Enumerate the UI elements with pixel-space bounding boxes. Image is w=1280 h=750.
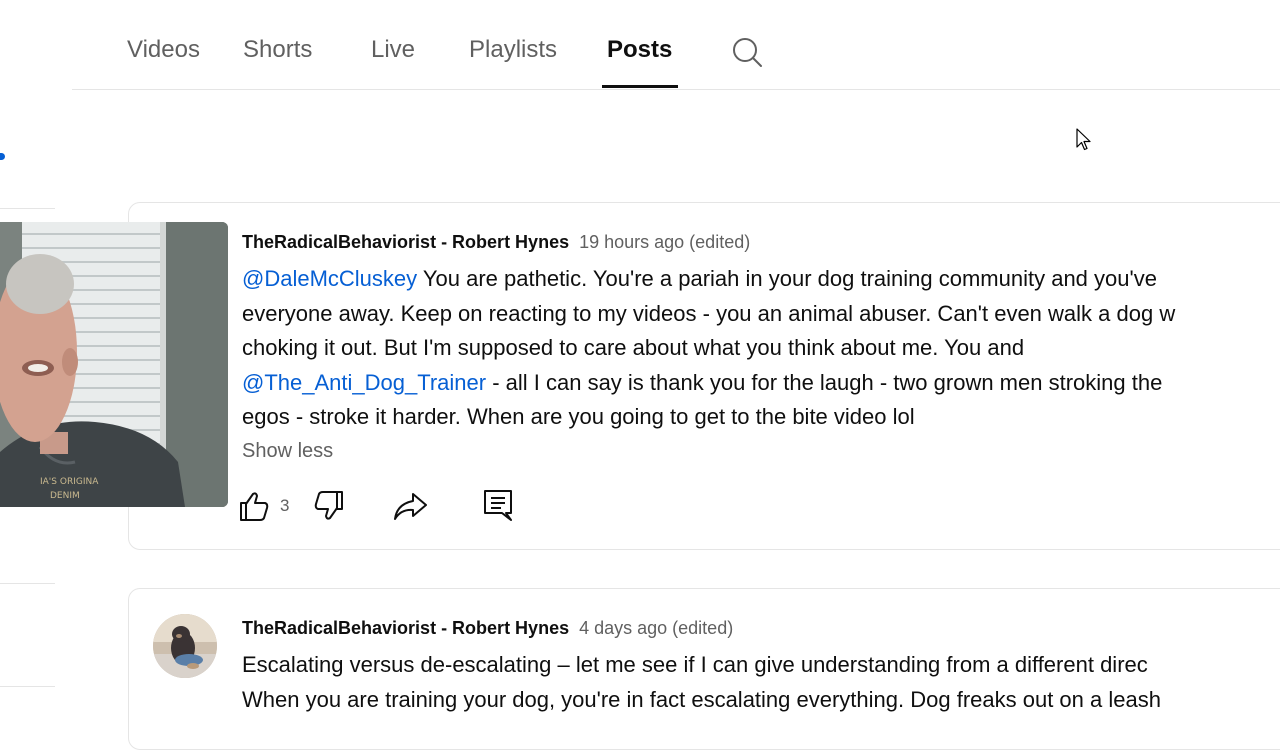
tab-shorts[interactable]: Shorts: [243, 36, 312, 64]
presenter-video-image: IA'S ORIGINA DENIM: [0, 222, 228, 507]
search-icon: [733, 38, 762, 67]
post-author[interactable]: TheRadicalBehaviorist - Robert Hynes: [242, 232, 569, 252]
mention-link[interactable]: @DaleMcCluskey: [242, 266, 417, 291]
post-timestamp[interactable]: 19 hours ago (edited): [579, 232, 750, 252]
webcam-overlay: IA'S ORIGINA DENIM: [0, 222, 228, 507]
mouse-cursor-icon: [1076, 128, 1091, 151]
comment-icon: [484, 490, 512, 521]
post-author[interactable]: TheRadicalBehaviorist - Robert Hynes: [242, 618, 569, 638]
author-avatar[interactable]: [153, 614, 217, 678]
svg-text:DENIM: DENIM: [50, 491, 80, 501]
like-button[interactable]: [236, 488, 272, 529]
post-line: @DaleMcCluskey You are pathetic. You're …: [242, 262, 1280, 297]
svg-text:IA'S ORIGINA: IA'S ORIGINA: [40, 477, 99, 487]
post-timestamp[interactable]: 4 days ago (edited): [579, 618, 733, 638]
avatar-image: [153, 614, 217, 678]
sidebar-indicator: [0, 153, 5, 160]
tab-live[interactable]: Live: [371, 36, 415, 64]
sidebar-divider: [0, 208, 55, 209]
thumbs-up-icon: [240, 492, 269, 521]
post-line: Escalating versus de-escalating – let me…: [242, 652, 1148, 677]
mention-link[interactable]: @The_Anti_Dog_Trainer: [242, 370, 486, 395]
tab-playlists[interactable]: Playlists: [469, 36, 557, 64]
sidebar-divider: [0, 583, 55, 584]
show-less-button[interactable]: Show less: [242, 440, 333, 463]
share-icon: [394, 493, 427, 520]
post-line: egos - stroke it harder. When are you go…: [242, 404, 915, 429]
share-button[interactable]: [391, 488, 429, 529]
post-line: everyone away. Keep on reacting to my vi…: [242, 300, 1176, 326]
comments-button[interactable]: [482, 488, 514, 529]
sidebar-divider: [0, 686, 55, 687]
post-line: When you are training your dog, you're i…: [242, 686, 1161, 712]
post-header: TheRadicalBehaviorist - Robert Hynes 4 da…: [242, 618, 733, 639]
tab-posts[interactable]: Posts: [607, 36, 672, 64]
post-body: Escalating versus de-escalating – let me…: [242, 648, 1280, 717]
channel-tabs: Videos Shorts Live Playlists Posts: [0, 0, 1280, 90]
thumbs-down-icon: [314, 491, 343, 520]
tab-videos[interactable]: Videos: [127, 36, 200, 64]
post-text: - all I can say is thank you for the lau…: [486, 369, 1163, 395]
post-line: @The_Anti_Dog_Trainer - all I can say is…: [242, 366, 1280, 401]
post-line: choking it out. But I'm supposed to care…: [242, 335, 1025, 360]
dislike-button[interactable]: [311, 488, 347, 529]
like-count: 3: [280, 496, 290, 515]
post-body: @DaleMcCluskey You are pathetic. You're …: [242, 262, 1280, 435]
active-tab-indicator: [602, 85, 678, 88]
post-header: TheRadicalBehaviorist - Robert Hynes 19 h…: [242, 232, 750, 253]
tabs-divider: [72, 89, 1280, 90]
search-button[interactable]: [729, 34, 765, 70]
post-text: You are pathetic. You're a pariah in you…: [417, 266, 1157, 291]
